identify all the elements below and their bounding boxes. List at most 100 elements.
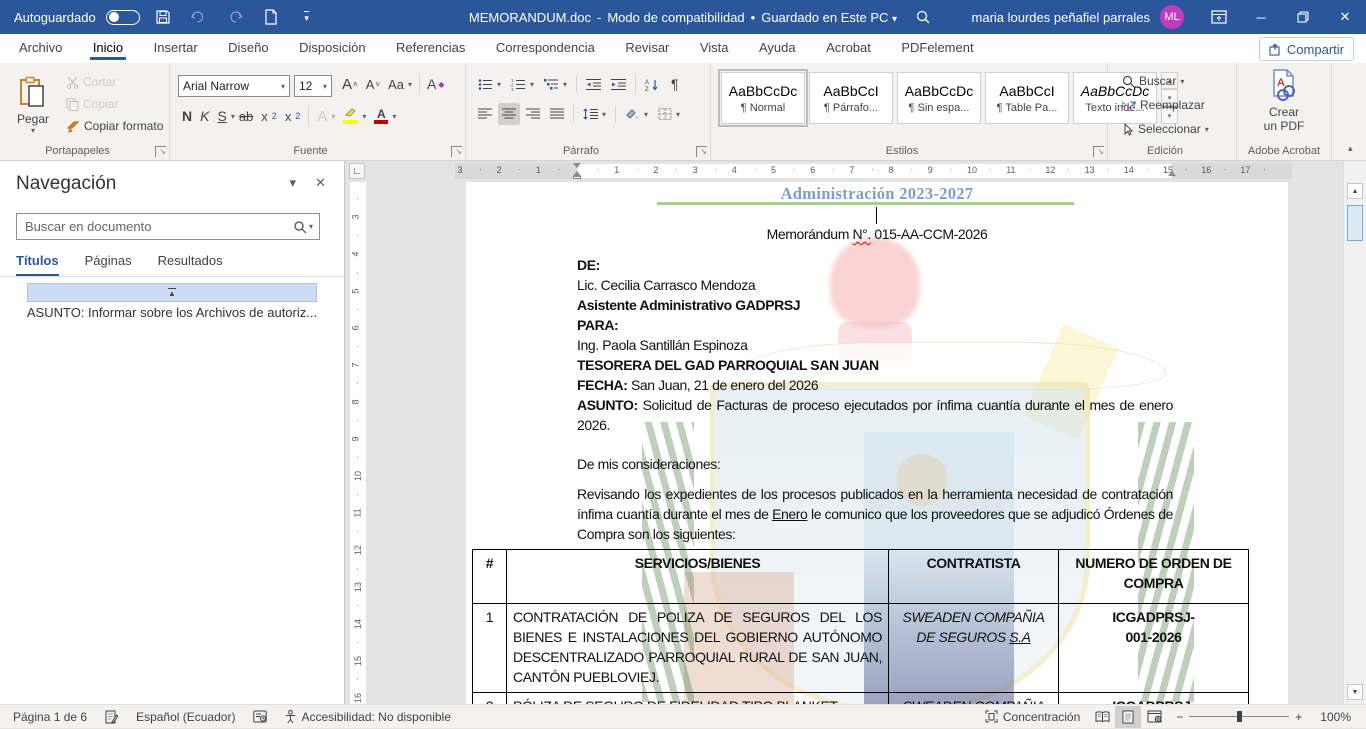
zoom-slider-thumb[interactable]: [1237, 711, 1242, 722]
navpane-close-icon[interactable]: ✕: [315, 175, 326, 191]
scroll-thumb[interactable]: [1347, 205, 1363, 241]
focus-mode-button[interactable]: Concentración: [976, 705, 1089, 729]
vertical-scrollbar[interactable]: ▲ ▼: [1343, 161, 1366, 704]
underline-button[interactable]: S: [213, 105, 230, 127]
shading-button[interactable]: ▾: [621, 103, 652, 125]
style-table-paragraph[interactable]: AaBbCcI ¶ Table Pa...: [985, 72, 1069, 124]
navpane-tab-resultados[interactable]: Resultados: [158, 253, 223, 277]
subscript-button[interactable]: x2: [257, 105, 281, 127]
navpane-selected-heading-bar[interactable]: ▲: [27, 283, 317, 302]
accessibility-indicator[interactable]: Accesibilidad: No disponible: [276, 705, 459, 729]
create-pdf-button[interactable]: A Crear un PDF: [1255, 69, 1313, 133]
tab-ayuda[interactable]: Ayuda: [746, 34, 809, 60]
tab-insertar[interactable]: Insertar: [141, 34, 211, 60]
proofing-icon[interactable]: [96, 705, 127, 729]
navpane-heading-item[interactable]: ASUNTO: Informar sobre los Archivos de a…: [10, 305, 334, 320]
document-search-icon[interactable]: ▾: [293, 220, 319, 234]
bullets-button[interactable]: ▾: [474, 73, 505, 95]
estilos-dialog-launcher[interactable]: [1093, 146, 1104, 157]
collapse-ribbon-icon[interactable]: ▴: [1348, 143, 1353, 154]
first-line-indent-marker[interactable]: [573, 163, 581, 168]
tab-referencias[interactable]: Referencias: [383, 34, 478, 60]
tab-acrobat[interactable]: Acrobat: [813, 34, 884, 60]
document-search-input[interactable]: [17, 219, 293, 234]
tab-correspondencia[interactable]: Correspondencia: [483, 34, 608, 60]
autosave-toggle[interactable]: [106, 10, 140, 25]
user-name[interactable]: maria lourdes peñafiel parrales: [972, 10, 1150, 25]
show-marks-button[interactable]: ¶: [667, 73, 683, 95]
tab-disposicion[interactable]: Disposición: [286, 34, 378, 60]
navpane-tab-paginas[interactable]: Páginas: [85, 253, 132, 277]
zoom-slider[interactable]: [1189, 716, 1289, 717]
tab-vista[interactable]: Vista: [687, 34, 742, 60]
close-button[interactable]: ✕: [1324, 0, 1366, 34]
document-page[interactable]: Administración 2023-2027 Memorándum N°. …: [466, 182, 1288, 704]
read-mode-button[interactable]: [1089, 706, 1115, 728]
zoom-in-button[interactable]: +: [1295, 705, 1311, 729]
copy-button[interactable]: Copiar: [62, 93, 122, 115]
cut-button[interactable]: Cortar: [62, 71, 120, 93]
right-indent-marker[interactable]: [1168, 171, 1176, 176]
decrease-indent-button[interactable]: [582, 73, 605, 95]
line-spacing-button[interactable]: ▾: [579, 103, 610, 125]
select-button[interactable]: Seleccionar▾: [1118, 118, 1213, 140]
replace-button[interactable]: bc Reemplazar: [1118, 94, 1209, 116]
page-indicator[interactable]: Página 1 de 6: [4, 705, 96, 729]
ribbon-display-options-icon[interactable]: [1198, 0, 1240, 34]
text-effects-button[interactable]: A▾: [313, 105, 339, 127]
vertical-ruler[interactable]: 345678910111213141516···············: [350, 182, 366, 704]
borders-button[interactable]: ▾: [654, 103, 684, 125]
tab-inicio[interactable]: Inicio: [80, 34, 136, 60]
print-layout-button[interactable]: [1115, 706, 1141, 728]
style-normal[interactable]: AaBbCcDc ¶ Normal: [721, 72, 805, 124]
tab-pdfelement[interactable]: PDFelement: [888, 34, 986, 60]
align-center-button[interactable]: [498, 103, 520, 125]
change-case-button[interactable]: Aa▾: [384, 73, 416, 95]
sort-button[interactable]: AZ: [641, 73, 665, 95]
increase-indent-button[interactable]: [607, 73, 630, 95]
parrafo-dialog-launcher[interactable]: [696, 146, 707, 157]
align-right-button[interactable]: [522, 103, 544, 125]
quick-access-customize-icon[interactable]: ▾: [294, 5, 320, 29]
find-button[interactable]: Buscar▾: [1118, 70, 1188, 92]
portapapeles-dialog-launcher[interactable]: [155, 146, 166, 157]
zoom-out-button[interactable]: −: [1167, 705, 1183, 729]
search-icon[interactable]: [910, 5, 936, 29]
minimize-button[interactable]: ─: [1240, 0, 1282, 34]
share-button[interactable]: Compartir: [1259, 37, 1354, 61]
hanging-indent-marker[interactable]: [573, 171, 581, 179]
font-color-button[interactable]: A ▾: [370, 105, 400, 127]
fuente-dialog-launcher[interactable]: [451, 146, 462, 157]
align-left-button[interactable]: [474, 103, 496, 125]
strikethrough-button[interactable]: ab: [235, 105, 257, 127]
scroll-down-button[interactable]: ▼: [1347, 684, 1363, 700]
avatar[interactable]: ML: [1160, 5, 1184, 29]
navpane-options-icon[interactable]: ▾: [289, 175, 296, 191]
new-document-icon[interactable]: [258, 5, 284, 29]
font-size-combo[interactable]: 12▾: [294, 75, 332, 97]
language-indicator[interactable]: Español (Ecuador): [127, 705, 244, 729]
font-name-combo[interactable]: Arial Narrow▾: [178, 75, 290, 97]
tab-archivo[interactable]: Archivo: [6, 34, 75, 60]
tab-diseno[interactable]: Diseño: [215, 34, 281, 60]
style-parrafo[interactable]: AaBbCcI ¶ Párrafo...: [809, 72, 893, 124]
clear-formatting-button[interactable]: A◆: [423, 73, 449, 95]
style-sin-espaciado[interactable]: AaBbCcDc ¶ Sin espa...: [897, 72, 981, 124]
tab-revisar[interactable]: Revisar: [612, 34, 682, 60]
format-painter-button[interactable]: Copiar formato: [62, 115, 167, 137]
horizontal-ruler[interactable]: 3211234567891011121314151617············…: [345, 163, 1343, 179]
zoom-percentage[interactable]: 100%: [1311, 705, 1360, 729]
shrink-font-button[interactable]: A˅: [362, 73, 384, 95]
grow-font-button[interactable]: A˄: [338, 73, 362, 95]
scroll-up-button[interactable]: ▲: [1347, 183, 1363, 199]
highlight-button[interactable]: ▾: [339, 105, 370, 127]
superscript-button[interactable]: x2: [281, 105, 305, 127]
navpane-tab-titulos[interactable]: Títulos: [16, 253, 59, 277]
save-icon[interactable]: [150, 5, 176, 29]
italic-button[interactable]: K: [196, 105, 213, 127]
numbering-button[interactable]: 123▾: [507, 73, 538, 95]
justify-button[interactable]: [546, 103, 568, 125]
bold-button[interactable]: N: [178, 105, 196, 127]
restore-button[interactable]: [1282, 0, 1324, 34]
text-predictions-icon[interactable]: [244, 705, 276, 729]
